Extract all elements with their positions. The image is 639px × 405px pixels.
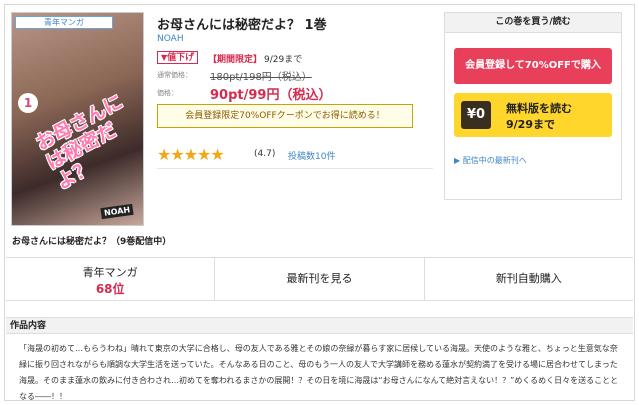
- auto-purchase-label: 新刊自動購入: [495, 272, 562, 285]
- limited-time-label: 【期間限定】: [208, 55, 263, 65]
- read-free-date: 9/29まで: [506, 118, 555, 131]
- coupon-banner[interactable]: 会員登録限定70%OFFクーポンでお得に読める！: [157, 104, 413, 128]
- volume-mark: 1: [18, 93, 38, 113]
- normal-price: 180pt/198円（税込）: [210, 72, 312, 83]
- price-label: 価格：: [157, 89, 178, 97]
- read-free-label: 無料版を読む: [506, 102, 572, 115]
- latest-volume-link[interactable]: ▶ 配信中の最新刊へ: [454, 155, 527, 166]
- cover-title-art: お母さんには秘密だよ？: [32, 90, 127, 194]
- star-rating: ★★★★★: [157, 145, 225, 164]
- latest-volume-tab[interactable]: 最新刊を見る: [215, 258, 425, 300]
- auto-purchase-tab[interactable]: 新刊自動購入: [425, 258, 633, 300]
- series-caption: お母さんには秘密だよ？（9巻配信中）: [12, 237, 172, 247]
- synopsis-heading: 作品内容: [6, 317, 633, 334]
- star-half-icon: ★: [210, 145, 224, 164]
- latest-volume-label: 最新刊を見る: [286, 272, 353, 285]
- genre-ranking-label: 青年マンガ: [82, 266, 138, 279]
- author-link[interactable]: NOAH: [157, 34, 184, 44]
- star-icon: ★: [157, 145, 171, 164]
- star-icon: ★: [183, 145, 198, 164]
- price-down-label: 値下げ: [167, 53, 195, 63]
- normal-price-label: 通常価格：: [157, 71, 192, 79]
- cover-author-art: NOAH: [100, 203, 134, 220]
- genre-tag: 青年マンガ: [15, 16, 113, 29]
- star-icon: ★: [170, 145, 184, 164]
- purchase-box: この巻を買う/読む 会員登録して70%OFFで購入 ¥0 無料版を読む 9/29…: [444, 12, 622, 200]
- member-register-buy-button[interactable]: 会員登録して70%OFFで購入: [454, 48, 612, 84]
- star-icon: ★: [197, 145, 211, 164]
- reviews-link[interactable]: 投稿数10件: [288, 149, 335, 162]
- price-down-badge: ▼値下げ: [157, 51, 199, 64]
- genre-ranking-tab[interactable]: 青年マンガ 68位: [6, 258, 216, 300]
- genre-ranking-value: 68位: [95, 282, 125, 296]
- limited-time-date: 9/29まで: [264, 55, 303, 65]
- sale-price: 90pt/99円（税込）: [210, 88, 332, 103]
- action-tabs: 青年マンガ 68位 最新刊を見る 新刊自動購入: [6, 257, 633, 301]
- divider: [157, 168, 433, 169]
- rating-value: (4.7): [254, 149, 276, 159]
- purchase-box-heading: この巻を買う/読む: [445, 13, 621, 33]
- book-title: お母さんには秘密だよ？ 1巻: [157, 18, 327, 33]
- synopsis-text: 「海晟の初めて…もらうわね」晴れて東京の大学に合格し、母の友人である雅とその娘の…: [19, 344, 619, 401]
- free-yen-icon: ¥0: [461, 101, 491, 129]
- book-cover-image[interactable]: 青年マンガ 1 お母さんには秘密だよ？ NOAH: [11, 12, 144, 226]
- read-free-button[interactable]: ¥0 無料版を読む 9/29まで: [454, 93, 612, 137]
